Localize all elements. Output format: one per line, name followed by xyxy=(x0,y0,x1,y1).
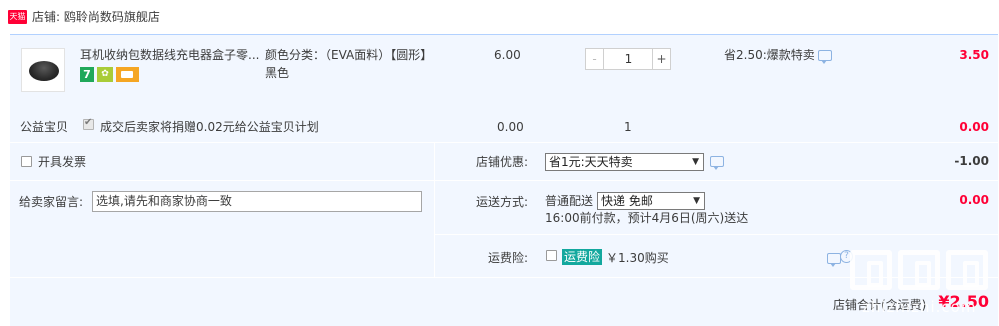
help-icon[interactable]: ? xyxy=(840,250,853,263)
item-title-link[interactable]: 耳机收纳包数据线充电器盒子零... xyxy=(80,47,265,63)
insurance-shield-icon[interactable]: ✿ xyxy=(97,67,113,82)
invoice-checkbox[interactable] xyxy=(21,156,32,167)
shipping-selected: 快递 免邮 xyxy=(601,194,653,208)
row-divider xyxy=(435,234,998,235)
item-thumbnail[interactable] xyxy=(21,48,65,92)
shipping-insurance-price: ￥1.30购买 xyxy=(606,251,669,265)
sku-label: 颜色分类：（EVA面料）【圆形】 xyxy=(265,48,433,62)
shipping-insurance-checkbox[interactable] xyxy=(546,250,557,261)
shipping-select[interactable]: 快递 免邮 ▼ xyxy=(597,192,705,210)
unit-price: 6.00 xyxy=(494,48,521,62)
shop-discount-selected: 省1元:天天特卖 xyxy=(549,155,633,169)
quantity-increase-button[interactable]: + xyxy=(652,49,670,69)
row-divider xyxy=(10,142,998,143)
chat-icon[interactable] xyxy=(827,253,841,267)
order-panel: 耳机收纳包数据线充电器盒子零... 7 ✿ 颜色分类：（EVA面料）【圆形】 黑… xyxy=(10,34,998,326)
earphone-case-image xyxy=(29,61,59,81)
shop-header: 天猫 店铺: 鸥聆尚数码旗舰店 xyxy=(0,0,999,34)
charity-subtotal: 0.00 xyxy=(959,120,989,134)
dropdown-arrow-icon: ▼ xyxy=(692,157,699,167)
shipping-method: 普通配送 xyxy=(545,194,594,208)
charity-checkbox[interactable] xyxy=(83,117,94,130)
shipping-label: 运送方式: xyxy=(476,195,529,209)
shop-discount-select[interactable]: 省1元:天天特卖 ▼ xyxy=(545,153,704,171)
shipping-insurance-label: 运费险: xyxy=(488,251,529,265)
chat-icon[interactable] xyxy=(710,156,724,170)
tmall-badge-icon: 天猫 xyxy=(8,10,27,24)
sku-value: 黑色 xyxy=(265,66,290,80)
quantity-stepper: - 1 + xyxy=(585,48,671,70)
shop-discount-amount: -1.00 xyxy=(954,154,989,168)
charity-quantity: 1 xyxy=(624,120,632,134)
shop-discount-label: 店铺优惠: xyxy=(476,155,529,169)
charity-label: 公益宝贝 xyxy=(20,120,69,134)
invoice-label[interactable]: 开具发票 xyxy=(38,154,86,170)
shipping-insurance-badge: 运费险 xyxy=(562,249,603,265)
row-divider xyxy=(10,277,998,278)
row-divider xyxy=(10,180,434,181)
row-divider xyxy=(435,180,998,181)
shop-total-label: 店铺合计(含运费) xyxy=(833,298,927,312)
column-divider xyxy=(434,143,435,277)
charity-price: 0.00 xyxy=(497,120,524,134)
seven-day-return-icon[interactable]: 7 xyxy=(80,67,94,82)
charity-description: 成交后卖家将捐赠0.02元给公益宝贝计划 xyxy=(100,120,319,134)
quantity-decrease-button[interactable]: - xyxy=(586,49,604,69)
quantity-input[interactable]: 1 xyxy=(605,49,652,69)
credit-card-installment-icon[interactable] xyxy=(116,67,139,82)
chat-icon[interactable] xyxy=(818,50,832,64)
seller-message-input[interactable]: 选填,请先和商家协商一致 xyxy=(92,191,422,212)
shop-total-value: ¥2.50 xyxy=(938,292,989,311)
shop-name-link[interactable]: 店铺: 鸥聆尚数码旗舰店 xyxy=(32,8,160,26)
seller-message-label: 给卖家留言: xyxy=(19,195,84,209)
item-subtotal: 3.50 xyxy=(959,48,989,62)
delivery-estimate: 16:00前付款，预计4月6日(周六)送达 xyxy=(545,211,749,225)
shipping-amount: 0.00 xyxy=(959,193,989,207)
promo-text: 省2.50:爆款特卖 xyxy=(724,48,815,62)
dropdown-arrow-icon: ▼ xyxy=(693,196,700,206)
